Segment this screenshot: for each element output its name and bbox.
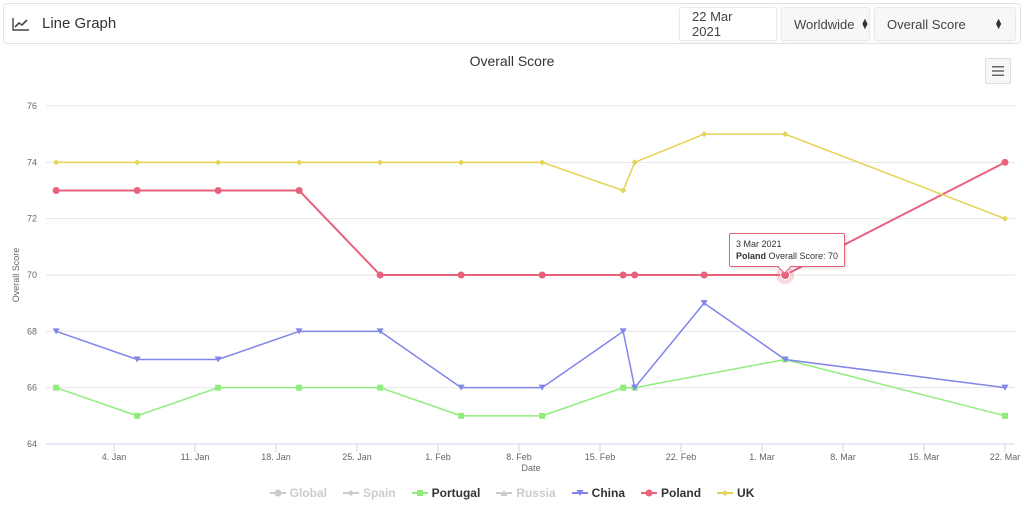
data-point <box>538 271 546 279</box>
legend-label: Global <box>289 486 327 500</box>
data-point <box>377 384 384 391</box>
data-point <box>645 489 653 497</box>
legend-label: Poland <box>661 486 702 500</box>
legend-symbol-icon <box>571 490 588 496</box>
line-chart: 64 66 68 70 72 74 76 4. Jan 11. Jan 18. Jan 25. J… <box>11 101 1021 473</box>
legend: Global Spain Portugal Russia China Poland UK <box>0 486 1024 500</box>
legend-item-poland[interactable]: Poland <box>641 486 701 500</box>
data-point <box>782 131 789 138</box>
data-point <box>631 159 638 166</box>
data-point <box>458 412 465 419</box>
x-tick-label: 25. Jan <box>342 452 372 462</box>
data-point <box>53 159 60 166</box>
legend-item-russia[interactable]: Russia <box>496 486 556 500</box>
legend-symbol-icon <box>641 489 658 497</box>
data-point <box>214 187 222 194</box>
legend-item-portugal[interactable]: Portugal <box>411 486 481 500</box>
data-point <box>700 271 708 279</box>
legend-item-global[interactable]: Global <box>269 486 327 500</box>
y-tick-label: 64 <box>27 439 37 449</box>
series-uk <box>53 131 1008 222</box>
data-point <box>620 187 627 194</box>
legend-label: Russia <box>516 486 556 500</box>
x-tick-label: 22. Feb <box>666 452 697 462</box>
x-tick-label: 15. Mar <box>909 452 940 462</box>
legend-symbol-icon <box>342 490 359 496</box>
legend-symbol-icon <box>496 490 513 496</box>
legend-item-uk[interactable]: UK <box>717 486 754 500</box>
data-point <box>1002 412 1008 419</box>
data-point <box>619 271 627 279</box>
x-tick-label: 8. Feb <box>506 452 532 462</box>
y-axis-title: Overall Score <box>11 248 21 303</box>
legend-label: UK <box>737 486 755 500</box>
legend-symbol-icon <box>717 490 734 496</box>
data-point <box>347 490 354 496</box>
series-line <box>56 133 1006 220</box>
legend-label: Spain <box>362 486 396 500</box>
x-tick-label: 15. Feb <box>585 452 616 462</box>
data-point <box>701 131 708 138</box>
data-point <box>416 490 423 496</box>
x-tick-label: 4. Jan <box>102 452 127 462</box>
tooltip-series: Poland <box>736 251 767 261</box>
data-point <box>376 271 384 279</box>
y-tick-label: 70 <box>27 270 37 280</box>
x-axis-title: Date <box>521 463 540 473</box>
y-tick-label: 74 <box>27 157 37 167</box>
x-tick-label: 8. Mar <box>830 452 856 462</box>
legend-item-spain[interactable]: Spain <box>342 486 396 500</box>
series-line <box>55 302 1006 390</box>
x-tick-label: 1. Feb <box>425 452 451 462</box>
x-tick-label: 18. Jan <box>261 452 291 462</box>
legend-symbol-icon <box>411 490 428 496</box>
tooltip-value: Overall Score: 70 <box>768 251 839 261</box>
data-point <box>296 384 303 391</box>
data-point <box>134 159 141 166</box>
data-point <box>274 489 282 497</box>
tooltip-date: 3 Mar 2021 <box>736 239 782 249</box>
data-point <box>1001 158 1009 166</box>
data-point <box>539 159 546 166</box>
data-point <box>215 159 222 166</box>
data-point <box>134 412 141 419</box>
legend-label: China <box>591 486 626 500</box>
data-point <box>722 490 729 496</box>
x-tick-label: 22. Mar <box>990 452 1021 462</box>
x-tick-label: 1. Mar <box>749 452 775 462</box>
data-point <box>631 271 639 279</box>
y-tick-label: 68 <box>27 326 37 336</box>
legend-item-china[interactable]: China <box>571 486 626 500</box>
legend-symbol-icon <box>269 489 286 497</box>
legend-label: Portugal <box>431 486 481 500</box>
data-point <box>620 384 627 391</box>
y-tick-label: 66 <box>27 383 37 393</box>
data-point <box>215 384 222 391</box>
data-point <box>295 187 303 194</box>
data-point <box>1002 215 1008 222</box>
y-tick-label: 72 <box>27 214 37 224</box>
data-point <box>377 159 384 166</box>
tooltip: 3 Mar 2021 Poland Overall Score: 70 <box>729 233 846 267</box>
data-point <box>53 384 60 391</box>
data-point <box>133 187 141 194</box>
data-point <box>457 271 465 279</box>
y-tick-label: 76 <box>27 101 37 111</box>
data-point <box>52 187 60 194</box>
data-point <box>296 159 303 166</box>
data-point <box>539 412 546 419</box>
x-tick-label: 11. Jan <box>181 452 210 462</box>
series-china <box>52 300 1009 391</box>
data-point <box>458 159 465 166</box>
